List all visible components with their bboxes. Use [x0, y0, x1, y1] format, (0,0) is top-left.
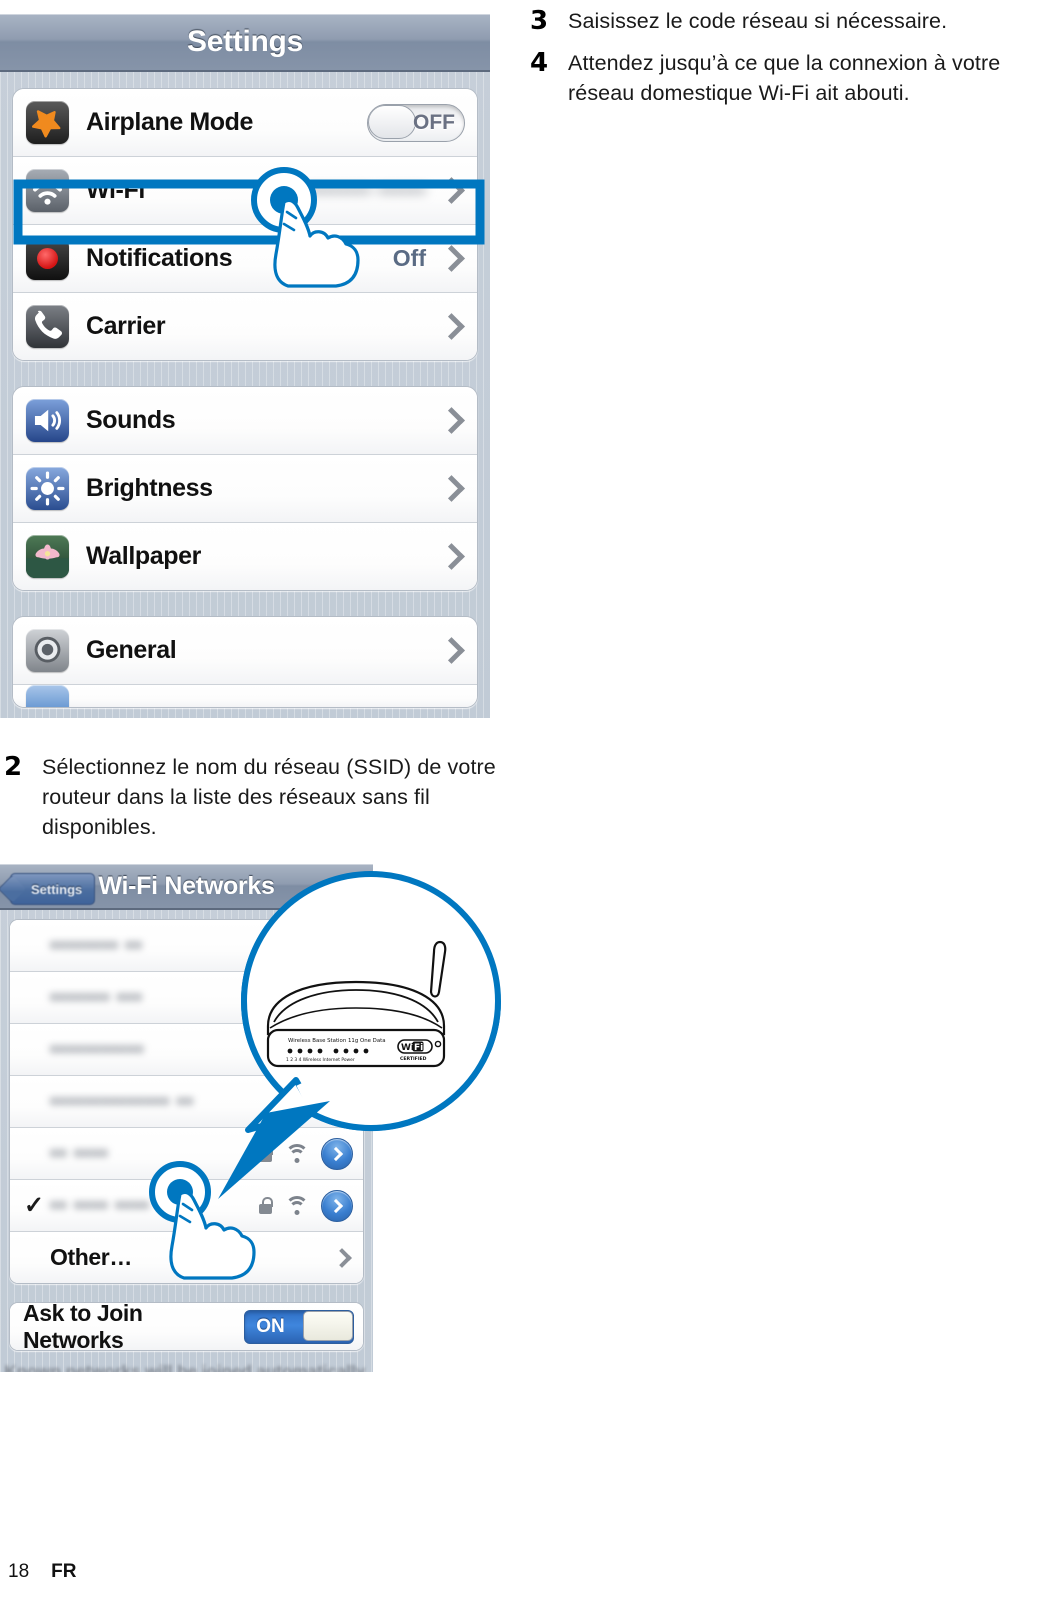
wifi-network-row[interactable]: •••••••••••: [10, 1024, 363, 1076]
wifi-networks-list: •••••••• •• ••••••• ••• ••••••••••• ••••…: [9, 919, 364, 1284]
settings-row-label: Airplane Mode: [86, 108, 254, 136]
toggle-knob: [368, 104, 416, 139]
wifi-network-name: •••••••• ••: [50, 932, 143, 958]
chevron-right-icon: [438, 543, 465, 570]
wallpaper-flower-icon: [26, 535, 69, 578]
settings-row-label: Brightness: [86, 474, 213, 502]
toggle-state-label: ON: [256, 1315, 285, 1337]
svg-text:Fi: Fi: [414, 1043, 423, 1053]
settings-row-label: Notifications: [86, 244, 233, 272]
carrier-phone-icon: [26, 305, 69, 348]
notifications-value: Off: [392, 245, 426, 271]
toggle-state-label: OFF: [413, 110, 455, 134]
step-text: Sélectionnez le nom du réseau (SSID) de …: [42, 755, 496, 839]
step-number: 2: [4, 752, 23, 782]
wifi-icon: [26, 169, 69, 212]
wifi-network-row[interactable]: •••••••••••••• ••: [10, 1076, 363, 1128]
chevron-right-icon: [332, 1247, 352, 1268]
settings-row-wallpaper[interactable]: Wallpaper: [13, 523, 477, 590]
settings-group-1: Airplane Mode OFF Wi-Fi •••••••• ••••••: [12, 88, 478, 361]
settings-row-general[interactable]: General: [13, 617, 477, 685]
network-detail-button[interactable]: [321, 1137, 353, 1170]
wifi-network-name: ••••••• •••: [50, 984, 143, 1010]
page-footer: 18 FR: [8, 1561, 76, 1583]
signal-strength-icon: [284, 1196, 310, 1215]
airplane-icon: [26, 101, 69, 144]
notifications-icon: [26, 237, 69, 280]
wifi-network-row[interactable]: ••••••• •••: [10, 972, 363, 1024]
lock-icon: [259, 1197, 273, 1214]
settings-row-wifi[interactable]: Wi-Fi •••••••• ••••••: [13, 157, 477, 224]
selected-check-icon: ✓: [24, 1191, 45, 1219]
page-number: 18: [8, 1561, 30, 1582]
ask-to-join-footer-note: Known networks will be joined automatica…: [4, 1362, 369, 1372]
back-to-settings-button[interactable]: Settings: [10, 873, 96, 905]
settings-navbar: Settings: [0, 14, 490, 72]
airplane-mode-toggle[interactable]: OFF: [367, 103, 465, 142]
wifi-network-name: •••••••••••: [50, 1036, 145, 1062]
settings-group-2: Sounds Brightness Wallpaper: [12, 386, 478, 591]
step-number: 4: [530, 48, 549, 78]
lock-icon: [259, 1145, 273, 1162]
chevron-right-icon: [438, 475, 465, 502]
back-button-label: Settings: [31, 881, 83, 897]
wifi-navbar: Settings Wi-Fi Networks: [0, 864, 373, 910]
ask-to-join-group: Ask to Join Networks ON: [9, 1302, 364, 1351]
ask-to-join-toggle[interactable]: ON: [244, 1309, 354, 1344]
settings-row-brightness[interactable]: Brightness: [13, 455, 477, 523]
chevron-right-icon: [438, 407, 465, 434]
step-2: 2 Sélectionnez le nom du réseau (SSID) d…: [4, 752, 504, 842]
chevron-right-icon: [438, 245, 465, 272]
settings-row-sounds[interactable]: Sounds: [13, 387, 477, 455]
step-number: 3: [530, 6, 549, 36]
page-title: Settings: [187, 25, 303, 58]
svg-text:CERTIFIED: CERTIFIED: [400, 1056, 427, 1062]
network-detail-button[interactable]: [321, 1189, 353, 1222]
chevron-right-icon: [438, 177, 465, 204]
settings-row-label: General: [86, 636, 177, 664]
wifi-other-network-row[interactable]: Other…: [10, 1232, 363, 1283]
step-3: 3 Saisissez le code réseau si nécessaire…: [530, 6, 1050, 36]
wifi-network-row[interactable]: •• ••••: [10, 1128, 363, 1180]
page-language-code: FR: [51, 1561, 77, 1582]
partial-row-icon: [26, 685, 69, 707]
page-title: Wi-Fi Networks: [98, 871, 275, 900]
settings-row-notifications[interactable]: Notifications Off: [13, 224, 477, 293]
settings-row-label: Carrier: [86, 312, 166, 340]
signal-strength-icon: [284, 1144, 310, 1163]
settings-row-label: Sounds: [86, 406, 176, 434]
brightness-sun-icon: [26, 467, 69, 510]
wifi-network-row-connected[interactable]: ✓ •• •••• ••••: [10, 1180, 363, 1232]
svg-text:Wi: Wi: [401, 1043, 414, 1053]
settings-group-3: General: [12, 616, 478, 708]
step-4: 4 Attendez jusqu’à ce que la connexion à…: [530, 48, 1052, 108]
ask-to-join-label: Ask to Join Networks: [23, 1302, 143, 1351]
wifi-networks-screenshot: Settings Wi-Fi Networks •••••••• •• ••••…: [0, 864, 373, 1372]
speaker-icon: [26, 399, 69, 442]
step-text: Attendez jusqu’à ce que la connexion à v…: [568, 51, 1001, 105]
wifi-network-row[interactable]: •••••••• ••: [10, 920, 363, 972]
chevron-right-icon: [438, 313, 465, 340]
settings-row-airplane-mode[interactable]: Airplane Mode OFF: [13, 89, 477, 157]
wifi-current-network-value: •••••••• ••••••: [306, 177, 426, 203]
settings-row-partial: [13, 685, 477, 707]
toggle-knob: [303, 1310, 353, 1341]
wifi-network-name: •••••••••••••• ••: [50, 1088, 194, 1114]
step-text: Saisissez le code réseau si nécessaire.: [568, 9, 948, 33]
ask-to-join-row[interactable]: Ask to Join Networks ON: [10, 1303, 363, 1350]
settings-screenshot: Settings Airplane Mode OFF Wi-Fi •••••••…: [0, 14, 490, 718]
chevron-right-icon: [438, 637, 465, 664]
wifi-network-name: •• •••• ••••: [50, 1192, 150, 1218]
settings-row-carrier[interactable]: Carrier: [13, 293, 477, 360]
wifi-network-name: •• ••••: [50, 1140, 109, 1166]
gear-icon: [26, 629, 69, 672]
other-row-label: Other…: [50, 1244, 132, 1270]
settings-row-label: Wallpaper: [86, 542, 201, 570]
settings-row-label: Wi-Fi: [86, 176, 145, 204]
